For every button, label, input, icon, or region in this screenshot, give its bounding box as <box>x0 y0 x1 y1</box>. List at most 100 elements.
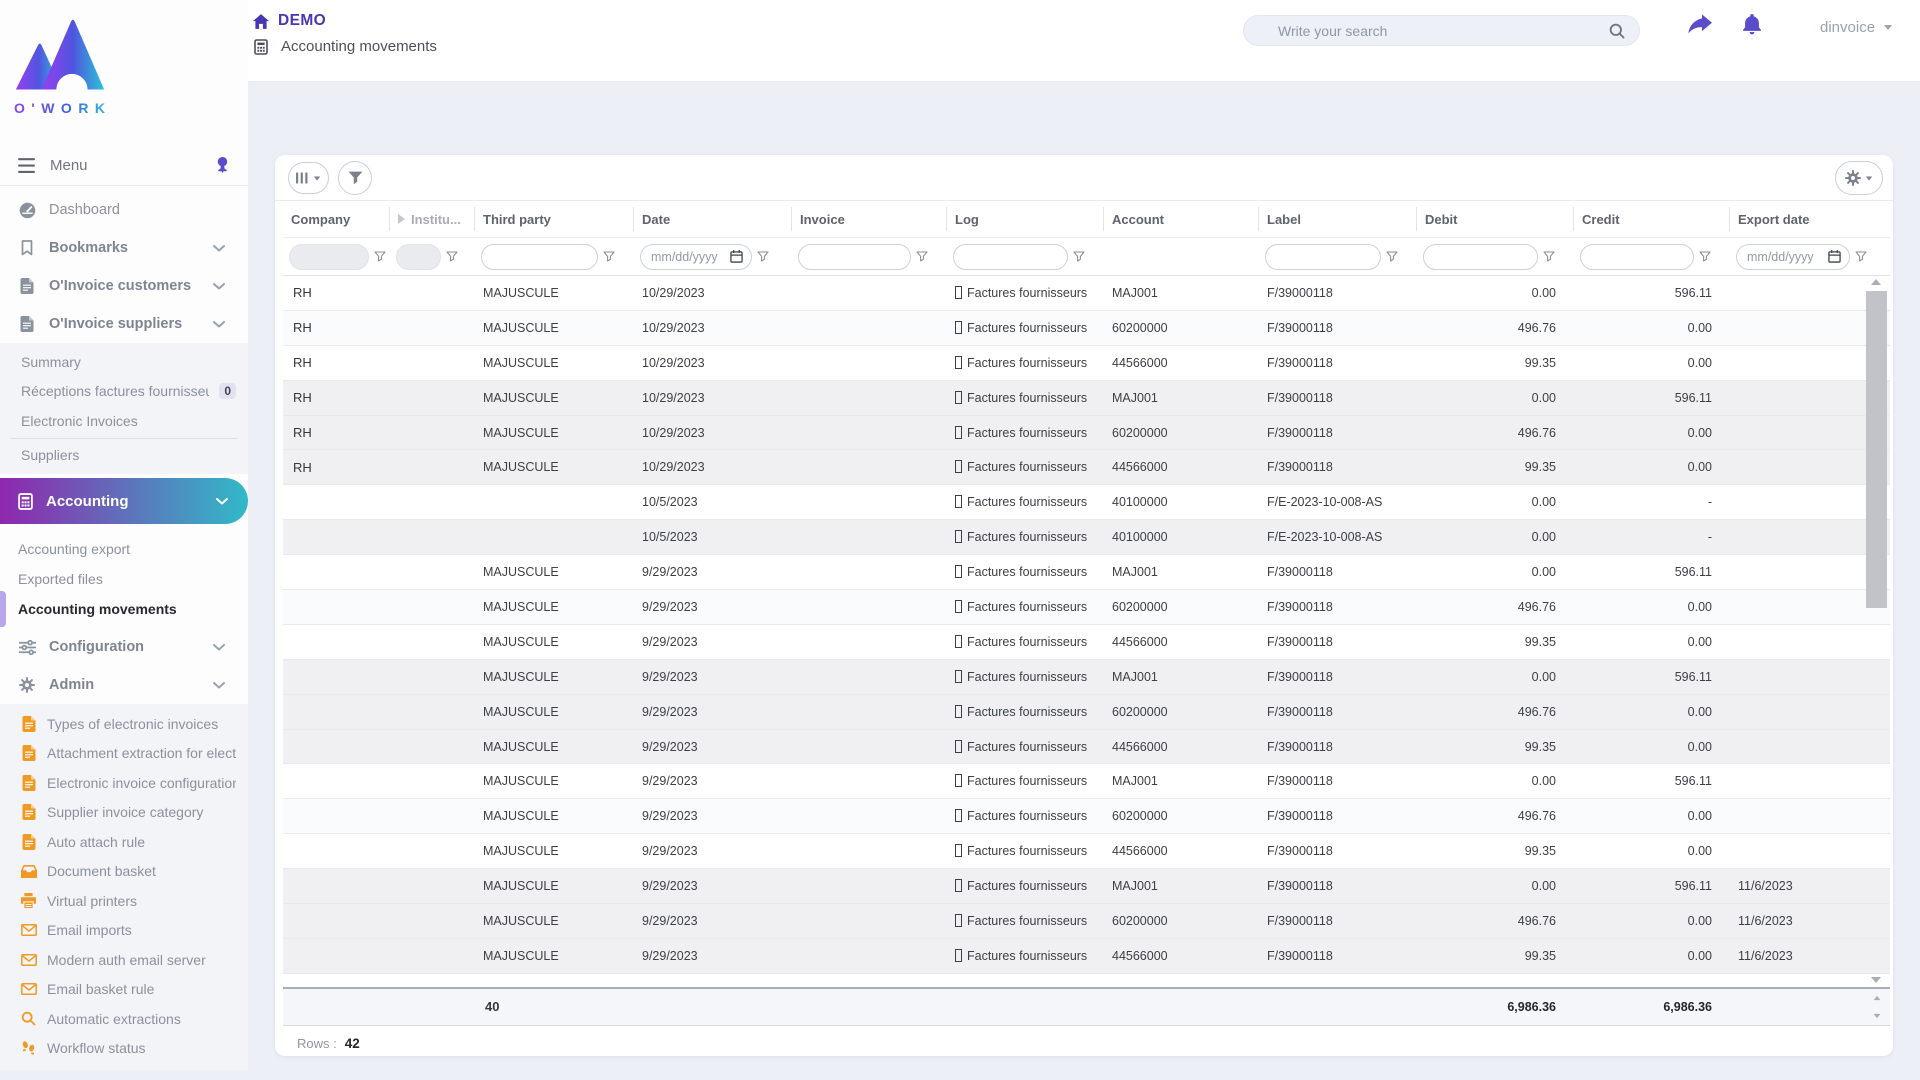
cell-third_party: MAJUSCULE <box>483 913 559 928</box>
sidebar-item-bookmarks[interactable]: Bookmarks <box>0 229 248 267</box>
scrollbar-thumb[interactable] <box>1866 291 1887 608</box>
filter-input-third_party[interactable] <box>481 243 598 270</box>
sidebar-item-accounting-export[interactable]: Accounting export <box>0 534 248 564</box>
table-row[interactable]: MAJUSCULE 9/29/2023 Factures fournisseurs 4… <box>283 938 1890 974</box>
cell-account: MAJ001 <box>1112 669 1158 684</box>
column-header-label[interactable]: Label <box>1259 207 1417 231</box>
column-header-invoice[interactable]: Invoice <box>792 207 947 231</box>
divider <box>10 437 238 439</box>
sidebar-item-email-basket-rule[interactable]: Email basket rule <box>0 975 248 1005</box>
sidebar-item-exported-files[interactable]: Exported files <box>0 564 248 594</box>
sidebar-item-document-basket[interactable]: Document basket <box>0 857 248 887</box>
column-header-date[interactable]: Date <box>634 207 792 231</box>
footer-scroll-down-icon[interactable] <box>1873 1013 1881 1018</box>
cell-credit: 0.00 <box>1687 320 1712 335</box>
search-input[interactable] <box>1276 21 1609 40</box>
sidebar-item-auto-attach-rule[interactable]: Auto attach rule <box>0 827 248 857</box>
table-row[interactable]: MAJUSCULE 9/29/2023 Factures fournisseurs 6… <box>283 799 1890 835</box>
cell-third_party: MAJUSCULE <box>483 774 559 789</box>
sidebar-item-attachment-extraction-for-electron[interactable]: Attachment extraction for electron <box>0 739 248 769</box>
sidebar-item-r-ceptions-factures-fournisseurs[interactable]: Réceptions factures fournisseurs 0 <box>0 377 248 407</box>
table-row[interactable]: MAJUSCULE 9/29/2023 Factures fournisseurs 6… <box>283 904 1890 939</box>
cell-company: RH <box>293 390 312 406</box>
pin-icon[interactable] <box>215 157 230 173</box>
cell-credit: 0.00 <box>1687 599 1712 614</box>
sidebar-item-configuration[interactable]: Configuration <box>0 628 248 666</box>
sidebar-item-modern-auth-email-server[interactable]: Modern auth email server <box>0 945 248 975</box>
sidebar-item-suppliers[interactable]: Suppliers <box>0 441 248 471</box>
scroll-down-icon[interactable] <box>1871 976 1881 983</box>
filter-input-credit[interactable] <box>1580 243 1694 270</box>
sidebar-item-virtual-printers[interactable]: Virtual printers <box>0 886 248 916</box>
column-chooser-button[interactable] <box>288 162 329 194</box>
cell-credit: 596.11 <box>1674 669 1712 684</box>
cell-date: 9/29/2023 <box>642 704 698 719</box>
sidebar-item-automatic-extractions[interactable]: Automatic extractions <box>0 1004 248 1034</box>
sidebar-item-dashboard[interactable]: Dashboard <box>0 191 248 229</box>
sidebar-item-admin[interactable]: Admin <box>0 666 248 704</box>
sidebar-item-electronic-invoices[interactable]: Electronic Invoices <box>0 406 248 436</box>
filter-date-input-date[interactable]: mm/dd/yyyy <box>640 243 752 270</box>
column-header-company[interactable]: Company <box>283 207 390 231</box>
table-row[interactable]: RH MAJUSCULE 10/29/2023 Factures fournisseu… <box>283 276 1890 311</box>
sidebar-menu-toggle[interactable]: Menu <box>0 145 248 186</box>
filter-input-invoice[interactable] <box>798 243 911 270</box>
sidebar-item-electronic-invoice-configuration[interactable]: Electronic invoice configuration <box>0 768 248 798</box>
user-menu[interactable]: dinvoice <box>1820 19 1893 36</box>
table-row[interactable]: MAJUSCULE 9/29/2023 Factures fournisseurs M… <box>283 869 1890 905</box>
table-row[interactable]: MAJUSCULE 9/29/2023 Factures fournisseurs M… <box>283 659 1890 695</box>
table-row[interactable]: MAJUSCULE 9/29/2023 Factures fournisseurs M… <box>283 555 1890 591</box>
sidebar-item-email-imports[interactable]: Email imports <box>0 916 248 946</box>
cell-debit: 99.35 <box>1524 948 1556 963</box>
column-header-third_party[interactable]: Third party <box>475 207 634 231</box>
search-icon[interactable] <box>1609 23 1625 39</box>
sidebar-item-workflow-status[interactable]: Workflow status <box>0 1034 248 1064</box>
column-header-credit[interactable]: Credit <box>1574 207 1730 231</box>
horizontal-scrollbar[interactable] <box>283 973 1890 987</box>
share-icon[interactable] <box>1688 14 1712 34</box>
table-row[interactable]: MAJUSCULE 9/29/2023 Factures fournisseurs 4… <box>283 729 1890 765</box>
table-row[interactable]: MAJUSCULE 9/29/2023 Factures fournisseurs 4… <box>283 834 1890 870</box>
filter-input-label[interactable] <box>1265 243 1381 270</box>
cell-label: F/39000118 <box>1267 669 1333 684</box>
doc-icon <box>20 774 37 791</box>
table-row[interactable]: MAJUSCULE 9/29/2023 Factures fournisseurs 6… <box>283 694 1890 730</box>
table-row[interactable]: 10/5/2023 Factures fournisseurs 40100000 F/… <box>283 520 1890 556</box>
sidebar-item-supplier-invoice-category[interactable]: Supplier invoice category <box>0 798 248 828</box>
sidebar-item-o-invoice-customers[interactable]: O'Invoice customers <box>0 267 248 305</box>
funnel-icon <box>374 251 386 262</box>
sidebar-item-types-of-electronic-invoices[interactable]: Types of electronic invoices <box>0 709 248 739</box>
table-row[interactable]: MAJUSCULE 9/29/2023 Factures fournisseurs M… <box>283 764 1890 800</box>
column-header-log[interactable]: Log <box>947 207 1104 231</box>
filter-button[interactable] <box>338 161 372 195</box>
bell-icon[interactable] <box>1742 14 1762 35</box>
table-row[interactable]: RH MAJUSCULE 10/29/2023 Factures fournisseu… <box>283 346 1890 381</box>
filter-input-debit[interactable] <box>1423 243 1538 270</box>
table-row[interactable]: RH MAJUSCULE 10/29/2023 Factures fournisseu… <box>283 450 1890 486</box>
vertical-scrollbar[interactable] <box>1866 276 1888 974</box>
table-row[interactable]: 10/5/2023 Factures fournisseurs 40100000 F/… <box>283 485 1890 521</box>
column-header-debit[interactable]: Debit <box>1417 207 1574 231</box>
table-settings-button[interactable] <box>1835 161 1883 195</box>
column-header-export_date[interactable]: Export date <box>1730 207 1890 231</box>
table-row[interactable]: RH MAJUSCULE 10/29/2023 Factures fournisseu… <box>283 415 1890 451</box>
filter-input-log[interactable] <box>953 243 1068 270</box>
sidebar-item-summary[interactable]: Summary <box>0 347 248 377</box>
filter-cell-debit <box>1417 243 1574 270</box>
breadcrumb[interactable]: DEMO <box>253 12 326 30</box>
hamburger-icon[interactable] <box>18 157 35 173</box>
column-header-account[interactable]: Account <box>1104 207 1259 231</box>
table-row[interactable]: MAJUSCULE 9/29/2023 Factures fournisseurs 4… <box>283 625 1890 660</box>
table-row[interactable]: RH MAJUSCULE 10/29/2023 Factures fournisseu… <box>283 380 1890 416</box>
filter-date-input-export_date[interactable]: mm/dd/yyyy <box>1736 243 1850 270</box>
column-header-institution[interactable]: Institu... <box>390 207 475 231</box>
table-row[interactable]: RH MAJUSCULE 10/29/2023 Factures fournisseu… <box>283 310 1890 346</box>
expand-group-icon[interactable] <box>398 214 405 224</box>
scroll-up-icon[interactable] <box>1871 279 1881 285</box>
sidebar-item-accounting-movements[interactable]: Accounting movements <box>0 591 248 627</box>
footer-scroll-up-icon[interactable] <box>1873 995 1881 1000</box>
sidebar-item-accounting[interactable]: Accounting <box>0 478 248 524</box>
table-row[interactable]: MAJUSCULE 9/29/2023 Factures fournisseurs 6… <box>283 590 1890 625</box>
funnel-icon <box>1386 251 1398 262</box>
sidebar-item-o-invoice-suppliers[interactable]: O'Invoice suppliers <box>0 305 248 343</box>
